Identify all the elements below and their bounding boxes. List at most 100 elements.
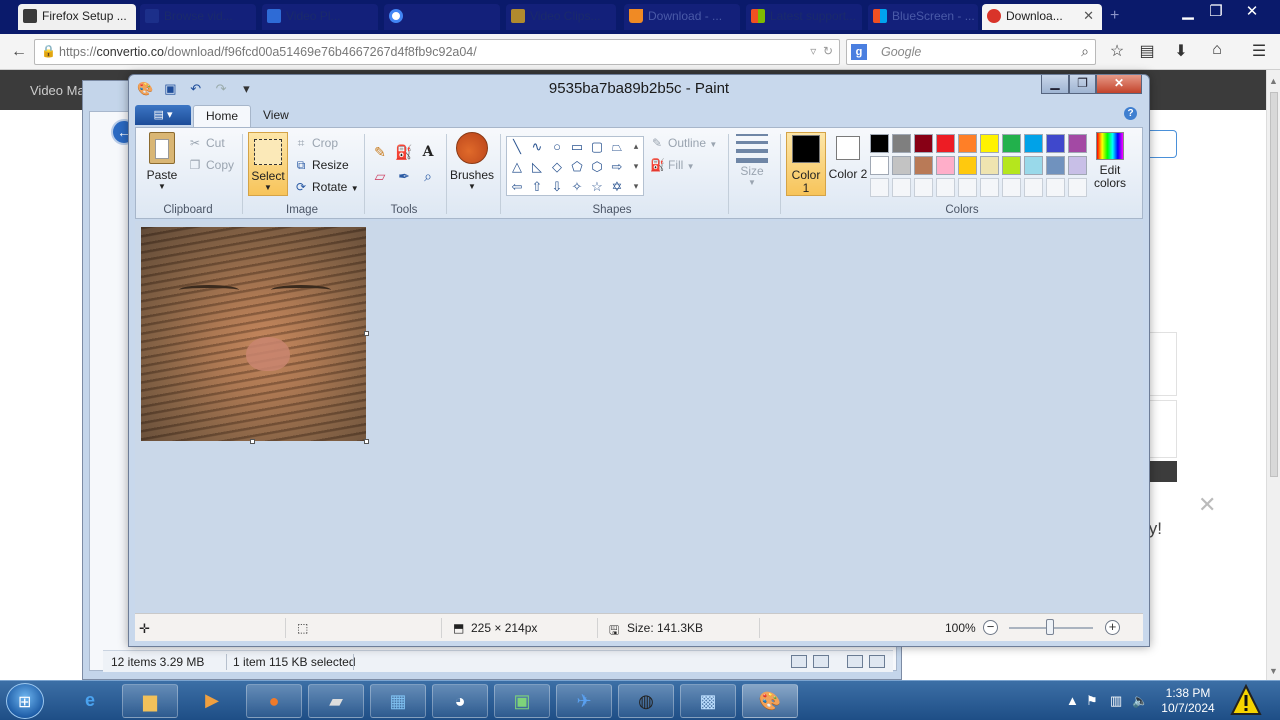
monitor-icon[interactable]: ▣ <box>494 684 550 718</box>
flag-icon[interactable]: ⚑ <box>1086 693 1098 709</box>
bookmark-star-icon[interactable]: ☆ <box>1106 41 1128 61</box>
url-bar[interactable]: 🔒 https://convertio.co/download/f96fcd00… <box>34 39 840 65</box>
network-tray-icon[interactable]: ▥ <box>1110 693 1122 709</box>
gallery-scroll-icon[interactable]: ▾ <box>629 157 643 176</box>
minimize-icon[interactable]: ▁ <box>1041 75 1069 94</box>
color-2-button[interactable]: Color 2 <box>828 132 868 181</box>
globe-icon[interactable]: ◍ <box>618 684 674 718</box>
size-button[interactable]: Size ▼ <box>732 132 772 187</box>
home-icon[interactable]: ⌂ <box>1206 41 1228 59</box>
search-bar[interactable]: g Google ⌕ <box>846 39 1096 65</box>
close-icon[interactable]: ✕ <box>1198 492 1216 518</box>
custom-color-slot[interactable] <box>1068 178 1087 197</box>
pane-icon[interactable] <box>847 655 863 668</box>
volume-icon[interactable]: 🔈 <box>1132 693 1148 709</box>
scroll-down-icon[interactable]: ▼ <box>1269 666 1278 676</box>
network-icon[interactable]: ▩ <box>680 684 736 718</box>
text-tool-icon[interactable]: A <box>418 142 438 162</box>
edit-colors-button[interactable]: Edit colors <box>1090 132 1130 190</box>
palette-swatch[interactable] <box>936 156 955 175</box>
browser-tab-3[interactable]: Video Pl... <box>262 4 378 30</box>
gallery-scroll-icon[interactable]: ▴ <box>629 137 643 156</box>
paste-button[interactable]: Paste ▼ <box>142 132 182 191</box>
tab-home[interactable]: Home <box>193 105 252 127</box>
close-icon[interactable]: ✕ <box>1096 75 1142 94</box>
panda-icon[interactable]: ◕ <box>432 684 488 718</box>
browser-tab-5[interactable]: Video Clips... <box>506 4 616 30</box>
palette-swatch[interactable] <box>1068 156 1087 175</box>
palette-swatch[interactable] <box>1046 156 1065 175</box>
palette-swatch[interactable] <box>1002 134 1021 153</box>
oval-shape-icon[interactable]: ○ <box>547 137 567 156</box>
help-icon[interactable]: ? <box>1124 107 1137 120</box>
paint-taskbar-icon[interactable]: 🎨 <box>742 684 798 718</box>
six-point-star-shape-icon[interactable]: ✡ <box>607 177 627 196</box>
rotate-button[interactable]: ⟳ Rotate ▼ <box>294 180 359 194</box>
scroll-thumb[interactable] <box>1270 92 1278 477</box>
app-icon[interactable]: ✈ <box>556 684 612 718</box>
browser-tab-active[interactable]: Downloa... ✕ <box>982 4 1102 30</box>
zoom-out-icon[interactable]: − <box>983 620 998 635</box>
browser-tab-7[interactable]: Latest support... <box>746 4 862 30</box>
browser-tab-6[interactable]: Download - ... <box>624 4 740 30</box>
cut-button[interactable]: ✂ Cut <box>188 136 225 150</box>
resize-handle[interactable] <box>250 439 255 444</box>
browser-tab-4[interactable] <box>384 4 500 30</box>
palette-swatch[interactable] <box>1024 156 1043 175</box>
details-view-icon[interactable] <box>791 655 807 668</box>
menu-icon[interactable]: ☰ <box>1248 41 1270 61</box>
new-tab-icon[interactable]: + <box>1110 7 1119 25</box>
custom-color-slot[interactable] <box>958 178 977 197</box>
copy-button[interactable]: ❐ Copy <box>188 158 234 172</box>
rounded-rectangle-shape-icon[interactable]: ▢ <box>587 137 607 156</box>
tab-close-icon[interactable]: ✕ <box>1083 4 1094 28</box>
search-icon[interactable]: ⌕ <box>1081 43 1089 60</box>
palette-swatch[interactable] <box>892 156 911 175</box>
hexagon-shape-icon[interactable]: ⬡ <box>587 157 607 176</box>
shapes-gallery[interactable]: ╲ ∿ ○ ▭ ▢ ⏢ △ ◺ ◇ ⬠ ⬡ ⇨ ⇦ ⇧ ⇩ ✧ ☆ ✡ ▴ ▾ … <box>506 136 644 196</box>
bookmarks-list-icon[interactable]: ▤ <box>1136 41 1158 61</box>
brushes-button[interactable]: Brushes ▼ <box>450 132 494 191</box>
tiles-view-icon[interactable] <box>813 655 829 668</box>
clock[interactable]: 1:38 PM 10/7/2024 <box>1152 686 1224 716</box>
file-explorer-icon[interactable]: ▆ <box>122 684 178 718</box>
pane-icon[interactable] <box>869 655 885 668</box>
palette-swatch[interactable] <box>980 156 999 175</box>
right-arrow-shape-icon[interactable]: ⇨ <box>607 157 627 176</box>
media-player-icon[interactable]: ▶ <box>184 684 240 718</box>
five-point-star-shape-icon[interactable]: ☆ <box>587 177 607 196</box>
rectangle-shape-icon[interactable]: ▭ <box>567 137 587 156</box>
firefox-icon[interactable]: ● <box>246 684 302 718</box>
palette-swatch[interactable] <box>958 134 977 153</box>
maximize-icon[interactable]: ❐ <box>1069 75 1096 94</box>
select-button[interactable]: Select ▼ <box>248 132 288 196</box>
palette-swatch[interactable] <box>914 134 933 153</box>
control-panel-icon[interactable]: ▦ <box>370 684 426 718</box>
left-arrow-shape-icon[interactable]: ⇦ <box>507 177 527 196</box>
custom-color-slot[interactable] <box>870 178 889 197</box>
fill-button[interactable]: ⛽ Fill ▼ <box>650 158 695 172</box>
show-hidden-icons[interactable]: ▲ <box>1066 693 1079 708</box>
palette-swatch[interactable] <box>1046 134 1065 153</box>
zoom-slider-thumb[interactable] <box>1046 619 1054 635</box>
pencil-icon[interactable]: ✎ <box>370 142 390 162</box>
zoom-in-icon[interactable]: + <box>1105 620 1120 635</box>
palette-swatch[interactable] <box>914 156 933 175</box>
diamond-shape-icon[interactable]: ◇ <box>547 157 567 176</box>
scroll-up-icon[interactable]: ▲ <box>1269 76 1278 86</box>
polygon-shape-icon[interactable]: ⏢ <box>607 137 627 156</box>
custom-color-slot[interactable] <box>936 178 955 197</box>
palette-swatch[interactable] <box>958 156 977 175</box>
internet-explorer-icon[interactable]: e <box>62 684 118 718</box>
maximize-icon[interactable]: ❐ <box>1202 2 1230 20</box>
warning-icon[interactable] <box>1230 683 1262 717</box>
reload-icon[interactable]: ▿ ↻ <box>810 44 833 58</box>
outline-button[interactable]: ✎ Outline ▼ <box>650 136 717 150</box>
minimize-icon[interactable]: ▁ <box>1174 2 1202 20</box>
palette-swatch[interactable] <box>1068 134 1087 153</box>
palette-swatch[interactable] <box>980 134 999 153</box>
canvas-area[interactable] <box>135 221 1143 611</box>
palette-swatch[interactable] <box>870 134 889 153</box>
pentagon-shape-icon[interactable]: ⬠ <box>567 157 587 176</box>
four-point-star-shape-icon[interactable]: ✧ <box>567 177 587 196</box>
